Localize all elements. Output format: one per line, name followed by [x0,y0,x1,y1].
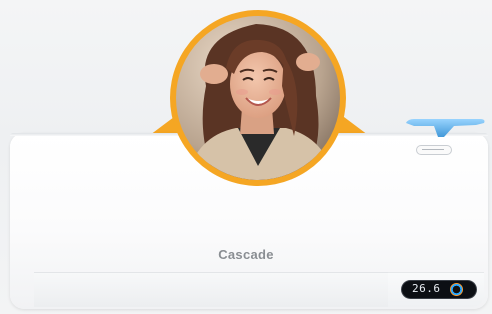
blue-light-icon [406,119,485,137]
brand-logo-text: Cascade [218,247,274,262]
portrait-photo [176,16,340,180]
temperature-display: 26.6 [402,281,476,298]
woman-portrait-illustration [176,16,340,180]
model-badge [416,145,452,155]
temperature-reading: 26.6 [412,282,441,295]
mode-ring-icon [450,283,463,296]
air-flap-louver [34,272,388,307]
